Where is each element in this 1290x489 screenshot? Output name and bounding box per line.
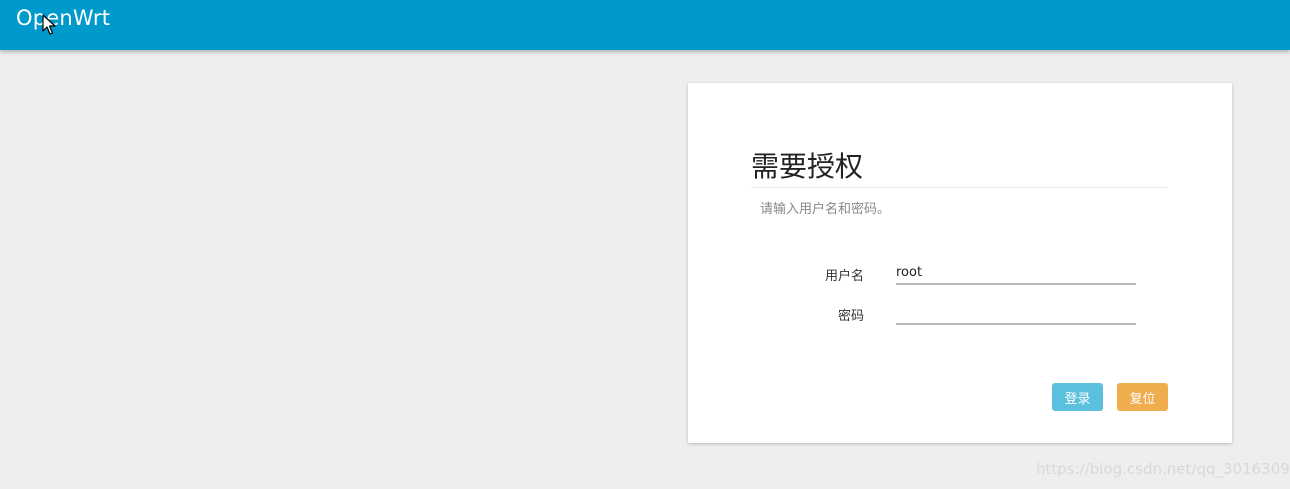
login-card: 需要授权 请输入用户名和密码。 用户名 密码 登录 复位 bbox=[688, 83, 1232, 443]
top-header-bar: OpenWrt bbox=[0, 0, 1290, 50]
username-input[interactable] bbox=[896, 261, 1136, 285]
password-label: 密码 bbox=[837, 309, 864, 324]
watermark-text: https://blog.csdn.net/qq_30163099 bbox=[1036, 460, 1290, 478]
password-input[interactable] bbox=[896, 301, 1136, 325]
username-label: 用户名 bbox=[824, 269, 864, 284]
auth-required-title: 需要授权 bbox=[751, 150, 864, 183]
login-hint-text: 请输入用户名和密码。 bbox=[760, 202, 891, 217]
reset-button[interactable]: 复位 bbox=[1117, 383, 1168, 411]
title-divider bbox=[751, 187, 1167, 188]
login-button[interactable]: 登录 bbox=[1052, 383, 1103, 411]
brand-logo-text[interactable]: OpenWrt bbox=[16, 6, 110, 30]
mouse-cursor-icon bbox=[42, 14, 56, 35]
